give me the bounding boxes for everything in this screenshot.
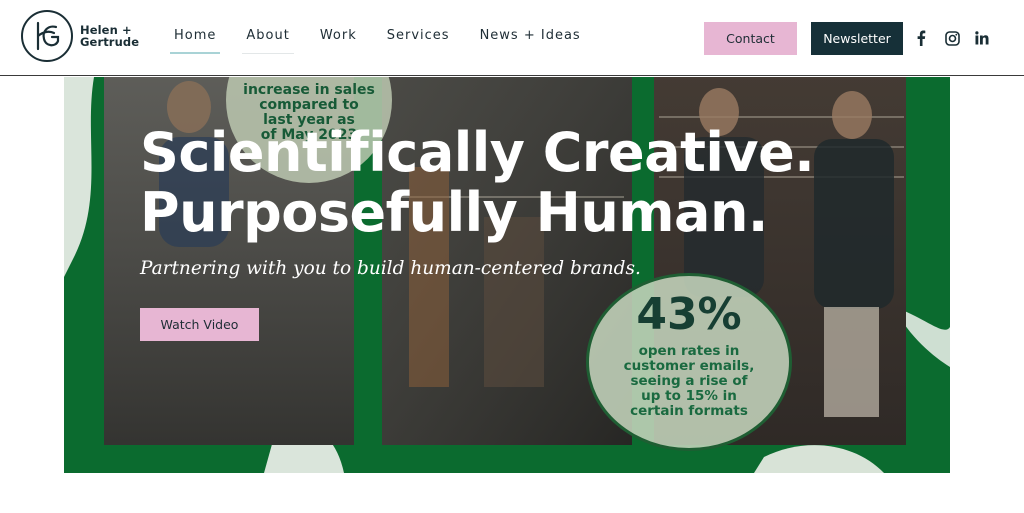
logo-text: Helen + Gertrude	[80, 24, 139, 48]
nav-item-news-ideas[interactable]: News + Ideas	[476, 28, 585, 54]
newsletter-button[interactable]: Newsletter	[811, 22, 903, 55]
open-rate-stat-text: open rates in customer emails, seeing a …	[589, 344, 789, 419]
nav-item-home[interactable]: Home	[170, 28, 221, 54]
hero-title-line-2: Purposefully Human.	[140, 181, 768, 244]
contact-button[interactable]: Contact	[704, 22, 797, 55]
open-rate-stat-value: 43%	[636, 289, 742, 340]
hero-title: Scientifically Creative. Purposefully Hu…	[140, 123, 840, 243]
logo-mark-icon	[21, 10, 73, 62]
facebook-icon[interactable]	[912, 29, 930, 47]
watch-video-button[interactable]: Watch Video	[140, 308, 259, 341]
open-rate-stat-line: up to 15% in	[641, 388, 737, 404]
hero-subtitle: Partnering with you to build human-cente…	[140, 258, 641, 279]
sales-stat-line: compared to	[259, 97, 359, 113]
open-rate-stat-line: seeing a rise of	[630, 373, 748, 389]
site-header: Helen + Gertrude Home About Work Service…	[0, 0, 1024, 76]
main-nav: Home About Work Services News + Ideas	[170, 28, 607, 54]
linkedin-icon[interactable]	[973, 29, 991, 47]
nav-item-services[interactable]: Services	[383, 28, 454, 54]
open-rate-stat-circle: 43% open rates in customer emails, seein…	[586, 273, 792, 451]
logo-line-2: Gertrude	[80, 35, 140, 49]
open-rate-stat-line: open rates in	[638, 343, 740, 359]
hero-title-line-1: Scientifically Creative.	[140, 121, 815, 184]
nav-item-work[interactable]: Work	[316, 28, 361, 54]
hero-banner: increase in sales compared to last year …	[64, 77, 950, 473]
sales-stat-line: increase in sales	[243, 82, 375, 98]
open-rate-stat-line: certain formats	[630, 403, 748, 419]
instagram-icon[interactable]	[943, 29, 961, 47]
logo[interactable]: Helen + Gertrude	[20, 8, 160, 64]
open-rate-stat-line: customer emails,	[623, 358, 755, 374]
nav-item-about[interactable]: About	[242, 28, 294, 54]
